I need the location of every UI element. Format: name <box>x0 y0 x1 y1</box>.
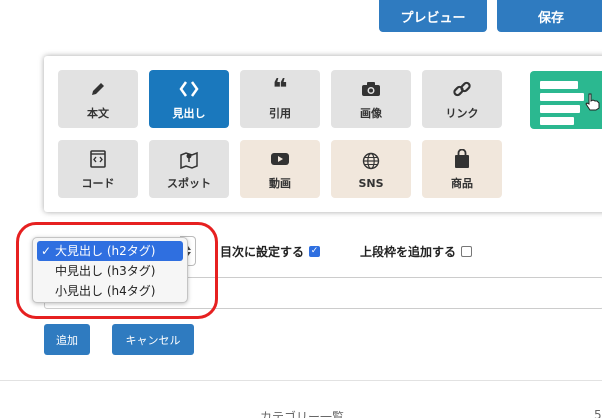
tool-label: 画像 <box>360 107 382 120</box>
code-brackets-icon <box>178 77 200 101</box>
youtube-icon <box>270 147 290 171</box>
list-lines-icon <box>540 81 578 89</box>
tool-body[interactable]: 本文 <box>58 70 138 128</box>
tool-label: 動画 <box>269 177 291 190</box>
tool-label: スポット <box>167 177 211 190</box>
tool-label: 引用 <box>269 107 291 120</box>
link-icon <box>452 77 472 101</box>
tool-product[interactable]: 商品 <box>422 140 502 198</box>
code-file-icon <box>89 147 107 171</box>
tool-link[interactable]: リンク <box>422 70 502 128</box>
toc-option-label: 目次に設定する <box>220 245 305 259</box>
tool-sns[interactable]: SNS <box>331 140 411 198</box>
tool-spot[interactable]: スポット <box>149 140 229 198</box>
tool-label: 見出し <box>172 107 206 120</box>
tool-label: SNS <box>358 176 384 190</box>
tool-quote[interactable]: ❝ 引用 <box>240 70 320 128</box>
tool-label: 本文 <box>87 107 109 120</box>
globe-icon <box>362 149 380 173</box>
upper-frame-option[interactable]: 上段枠を追加する <box>360 243 473 260</box>
tool-code[interactable]: コード <box>58 140 138 198</box>
divider <box>0 380 602 381</box>
add-button[interactable]: 追加 <box>44 324 90 355</box>
map-icon <box>179 147 199 171</box>
list-line <box>540 93 584 101</box>
list-line <box>540 105 580 113</box>
toc-option[interactable]: 目次に設定する ✓ <box>220 243 321 260</box>
tool-label: 商品 <box>451 177 473 190</box>
cancel-button[interactable]: キャンセル <box>112 324 194 355</box>
save-button[interactable]: 保存 <box>497 0 602 32</box>
highlight-annotation <box>16 222 218 319</box>
quote-icon: ❝ <box>272 74 288 104</box>
edge-text: 5 <box>594 408 602 418</box>
block-toolbar: 本文 見出し ❝ 引用 画像 リンク コード スポット 動画 SNS 商品 <box>44 56 602 212</box>
tool-heading[interactable]: 見出し <box>149 70 229 128</box>
camera-icon <box>361 77 381 101</box>
list-line <box>540 117 574 125</box>
tool-label: コード <box>81 177 115 190</box>
upper-frame-option-label: 上段枠を追加する <box>360 245 457 259</box>
tool-label: リンク <box>445 107 479 120</box>
tool-video[interactable]: 動画 <box>240 140 320 198</box>
toc-checkbox[interactable]: ✓ <box>309 246 321 257</box>
shopping-bag-icon <box>454 147 470 171</box>
tool-image[interactable]: 画像 <box>331 70 411 128</box>
hand-cursor-icon <box>584 93 600 115</box>
upper-frame-checkbox[interactable] <box>461 246 473 257</box>
tool-list[interactable] <box>530 71 602 129</box>
pencil-icon <box>90 77 106 101</box>
editor-screen: プレビュー 保存 本文 見出し ❝ 引用 画像 リンク コード スポット 動画 … <box>0 0 602 418</box>
section-title: カテゴリー一覧 <box>260 410 345 418</box>
preview-button[interactable]: プレビュー <box>379 0 487 32</box>
